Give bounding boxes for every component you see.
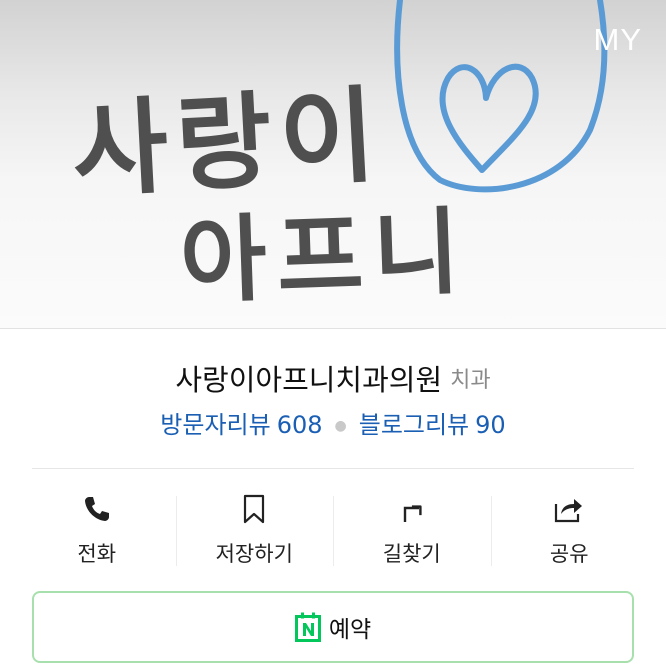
hero-logo-text-line2: 아프니 xyxy=(178,197,472,317)
visitor-review-link[interactable]: 방문자리뷰 608 xyxy=(160,411,322,439)
section-divider xyxy=(32,468,634,469)
reservation-label: 예약 xyxy=(328,617,372,643)
place-info: 사랑이아프니치과의원 치과 방문자리뷰 608 ● 블로그리뷰 90 xyxy=(0,329,666,440)
share-button[interactable]: 공유 xyxy=(490,490,649,570)
phone-icon xyxy=(84,497,109,521)
bookmark-icon xyxy=(244,494,265,524)
action-bar: 전화 저장하기 길찾기 공유 xyxy=(18,490,648,570)
blog-review-count: 90 xyxy=(475,411,506,439)
visitor-review-label: 방문자리뷰 xyxy=(160,411,271,439)
review-row: 방문자리뷰 608 ● 블로그리뷰 90 xyxy=(0,405,666,440)
directions-label: 길찾기 xyxy=(382,542,441,566)
share-label: 공유 xyxy=(549,542,589,566)
place-name: 사랑이아프니치과의원 xyxy=(175,363,443,397)
directions-button[interactable]: 길찾기 xyxy=(333,490,491,570)
naver-calendar-icon xyxy=(294,612,321,642)
blog-review-label: 블로그리뷰 xyxy=(358,411,470,439)
call-label: 전화 xyxy=(77,542,117,566)
blog-review-link[interactable]: 블로그리뷰 90 xyxy=(359,411,506,439)
visitor-review-count: 608 xyxy=(276,411,323,439)
hero-banner: 사랑이 아프니 MY xyxy=(0,0,666,329)
share-icon xyxy=(555,499,583,523)
my-button[interactable]: MY xyxy=(594,22,643,58)
directions-icon xyxy=(403,505,422,522)
save-button[interactable]: 저장하기 xyxy=(175,490,334,570)
title-row: 사랑이아프니치과의원 치과 xyxy=(0,357,666,397)
call-button[interactable]: 전화 xyxy=(18,490,176,570)
separator-dot: ● xyxy=(334,418,347,434)
place-category: 치과 xyxy=(450,368,491,393)
reservation-button[interactable]: 예약 xyxy=(32,591,634,663)
save-label: 저장하기 xyxy=(215,542,293,566)
